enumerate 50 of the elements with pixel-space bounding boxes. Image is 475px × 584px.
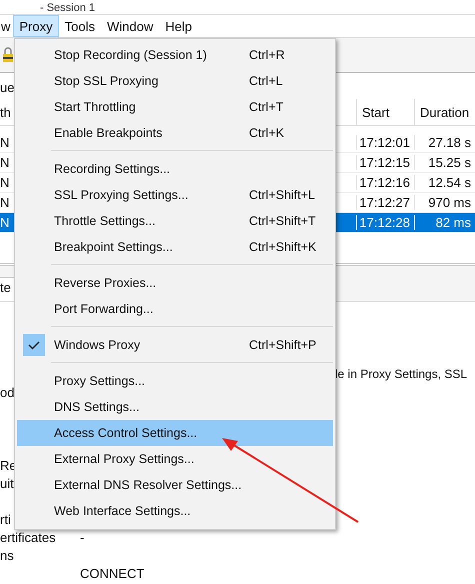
table-cell: 82 ms bbox=[414, 215, 475, 230]
menu-item[interactable]: Reverse Proxies... bbox=[17, 270, 333, 296]
menu-bar-item[interactable]: Proxy bbox=[13, 15, 59, 37]
menu-item[interactable]: Port Forwarding... bbox=[17, 296, 333, 322]
menu-item[interactable]: SSL Proxying Settings... Ctrl+Shift+L bbox=[17, 182, 333, 208]
table-cell: 17:12:15 bbox=[356, 155, 414, 170]
detail-value: - bbox=[80, 530, 84, 544]
menu-item[interactable]: Stop Recording (Session 1) Ctrl+R bbox=[17, 42, 333, 68]
menu-item[interactable]: Enable Breakpoints Ctrl+K bbox=[17, 120, 333, 146]
detail-label: uit bbox=[0, 476, 14, 490]
table-cell: 27.18 s bbox=[414, 135, 475, 150]
menu-bar-item[interactable]: Help bbox=[159, 15, 198, 37]
column-header[interactable]: Start bbox=[356, 99, 414, 125]
menu-item[interactable]: External DNS Resolver Settings... bbox=[17, 472, 333, 498]
detail-label: ns bbox=[0, 548, 14, 562]
table-cell: 17:12:01 bbox=[356, 135, 414, 150]
table-cell: 12.54 s bbox=[414, 175, 475, 190]
menu-item[interactable]: Web Interface Settings... bbox=[17, 498, 333, 524]
table-cell: N bbox=[0, 135, 10, 150]
menu-item[interactable]: DNS Settings... bbox=[17, 394, 333, 420]
menu-item[interactable]: Windows Proxy Ctrl+Shift+P bbox=[17, 332, 333, 358]
detail-label: rti bbox=[0, 512, 11, 526]
table-cell: 970 ms bbox=[414, 195, 475, 210]
menu-item[interactable]: Stop SSL Proxying Ctrl+L bbox=[17, 68, 333, 94]
table-cell: 17:12:27 bbox=[356, 195, 414, 210]
detail-value: le in Proxy Settings, SSL bbox=[335, 367, 468, 381]
table-cell: N bbox=[0, 175, 10, 190]
detail-value: CONNECT bbox=[80, 566, 144, 580]
table-cell: 17:12:16 bbox=[356, 175, 414, 190]
menu-bar-item[interactable]: Window bbox=[100, 15, 160, 37]
menu-bar-item[interactable]: Tools bbox=[58, 15, 101, 37]
table-cell: 15.25 s bbox=[414, 155, 475, 170]
detail-label: od bbox=[0, 384, 14, 400]
menu-item[interactable]: Start Throttling Ctrl+T bbox=[17, 94, 333, 120]
menu-item[interactable]: Breakpoint Settings... Ctrl+Shift+K bbox=[17, 234, 333, 260]
detail-label: ertificates bbox=[0, 530, 56, 544]
column-header[interactable]: Duration bbox=[414, 99, 475, 125]
menu-item[interactable]: External Proxy Settings... bbox=[17, 446, 333, 472]
table-cell: N bbox=[0, 155, 10, 170]
lock-icon[interactable] bbox=[2, 47, 14, 63]
table-cell: 17:12:28 bbox=[356, 215, 414, 230]
menu-item[interactable]: Access Control Settings... bbox=[17, 420, 333, 446]
menu-item[interactable]: Throttle Settings... Ctrl+Shift+T bbox=[17, 208, 333, 234]
menu-item[interactable]: Proxy Settings... bbox=[17, 368, 333, 394]
window-title: - Session 1 bbox=[40, 2, 96, 14]
table-cell: N bbox=[0, 195, 10, 210]
menu-bar-item[interactable]: w bbox=[0, 15, 14, 37]
table-cell: N bbox=[0, 215, 10, 230]
menu-item[interactable]: Recording Settings... bbox=[17, 156, 333, 182]
session-label: ue bbox=[0, 79, 14, 97]
